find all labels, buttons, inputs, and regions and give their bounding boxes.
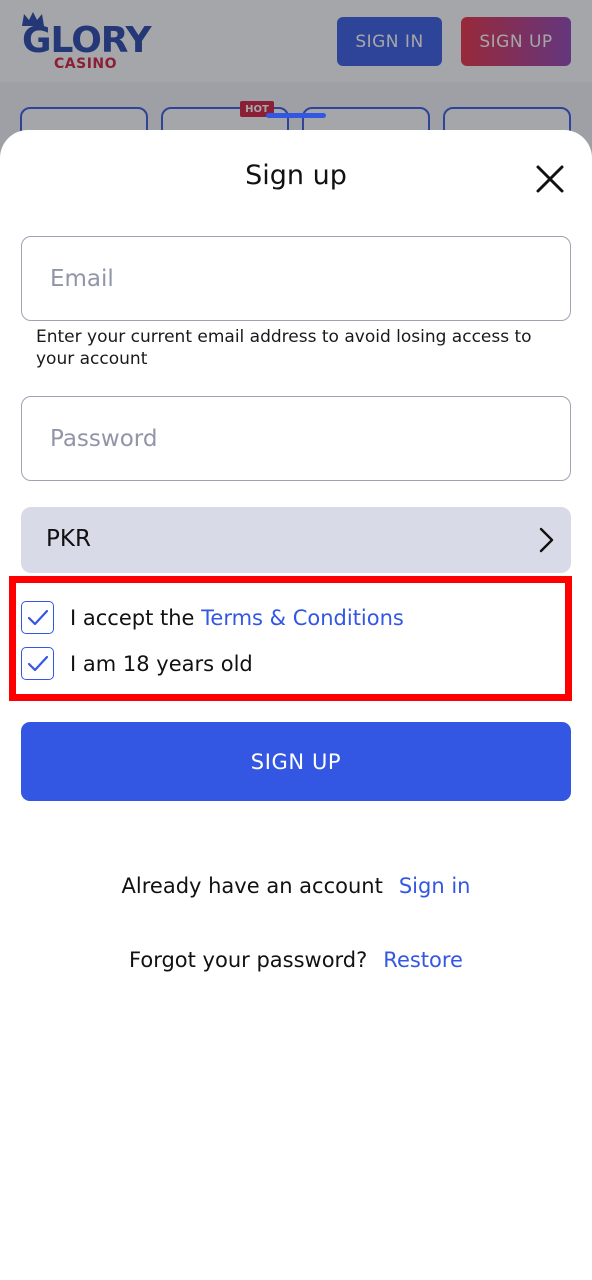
have-account-row: Already have an account Sign in xyxy=(0,874,592,898)
currency-select[interactable]: PKR xyxy=(21,507,571,573)
sheet-drag-handle[interactable] xyxy=(266,113,326,118)
sign-up-submit-button[interactable]: SIGN UP xyxy=(21,722,571,801)
check-icon xyxy=(27,655,49,672)
terms-conditions-link[interactable]: Terms & Conditions xyxy=(201,606,404,630)
sign-in-link[interactable]: Sign in xyxy=(399,874,471,898)
terms-row: I accept the Terms & Conditions xyxy=(21,601,404,634)
password-field[interactable] xyxy=(21,396,571,481)
age-row: I am 18 years old xyxy=(21,647,253,680)
currency-value: PKR xyxy=(46,526,91,552)
check-icon xyxy=(27,609,49,626)
chevron-right-icon xyxy=(539,527,554,553)
forgot-password-row: Forgot your password? Restore xyxy=(0,948,592,972)
email-hint: Enter your current email address to avoi… xyxy=(36,327,532,369)
age-label: I am 18 years old xyxy=(70,651,253,676)
signup-sheet: Sign up Enter your current email address… xyxy=(0,130,592,1280)
terms-checkbox[interactable] xyxy=(21,601,54,634)
terms-prefix: I accept the xyxy=(70,605,202,630)
email-input[interactable] xyxy=(22,237,570,320)
age-checkbox[interactable] xyxy=(21,647,54,680)
have-account-text: Already have an account xyxy=(121,874,383,898)
password-input[interactable] xyxy=(22,397,570,480)
highlight-annotation xyxy=(9,576,572,701)
close-icon xyxy=(536,165,564,193)
terms-label: I accept the Terms & Conditions xyxy=(70,606,404,630)
forgot-password-text: Forgot your password? xyxy=(129,948,368,972)
restore-link[interactable]: Restore xyxy=(383,948,463,972)
email-field[interactable] xyxy=(21,236,571,321)
sheet-title: Sign up xyxy=(245,160,347,191)
close-button[interactable] xyxy=(533,162,567,196)
